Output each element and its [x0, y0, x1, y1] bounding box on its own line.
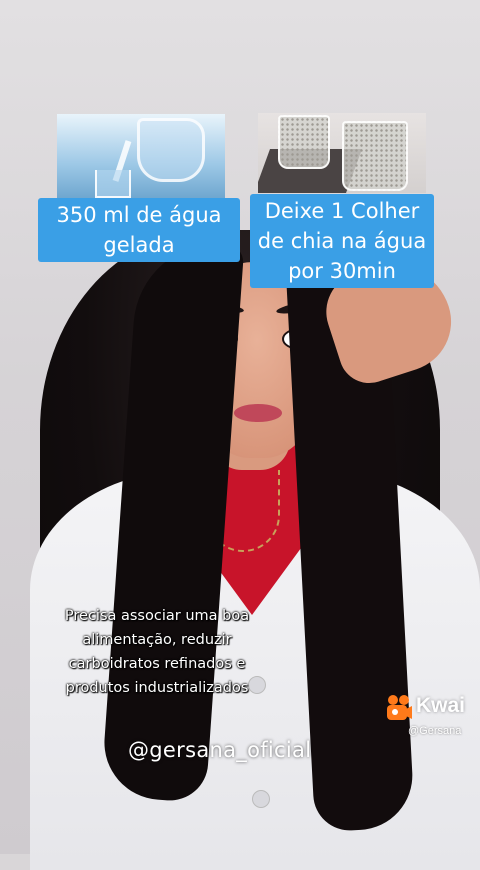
coat-button — [252, 790, 270, 808]
lips — [234, 404, 282, 422]
chia-glass-icon — [342, 121, 408, 191]
pitcher-icon — [137, 118, 205, 182]
tip-text: Precisa associar uma boa alimentação, re… — [64, 608, 250, 696]
kwai-logo-icon — [387, 695, 412, 720]
kwai-app-name: Kwai — [416, 694, 466, 717]
chia-glasses-photo — [258, 113, 426, 193]
water-pitcher-photo — [57, 114, 225, 198]
glass-icon — [95, 170, 131, 198]
caption-chia: Deixe 1 Colher de chia na água por 30min — [250, 194, 434, 288]
creator-handle: @gersana_oficial — [128, 738, 312, 762]
chia-glass-icon — [278, 115, 330, 169]
kwai-username: @Gersana — [408, 725, 462, 737]
caption-water: 350 ml de água gelada — [38, 198, 240, 262]
kwai-watermark: Kwai @Gersana — [386, 694, 476, 744]
